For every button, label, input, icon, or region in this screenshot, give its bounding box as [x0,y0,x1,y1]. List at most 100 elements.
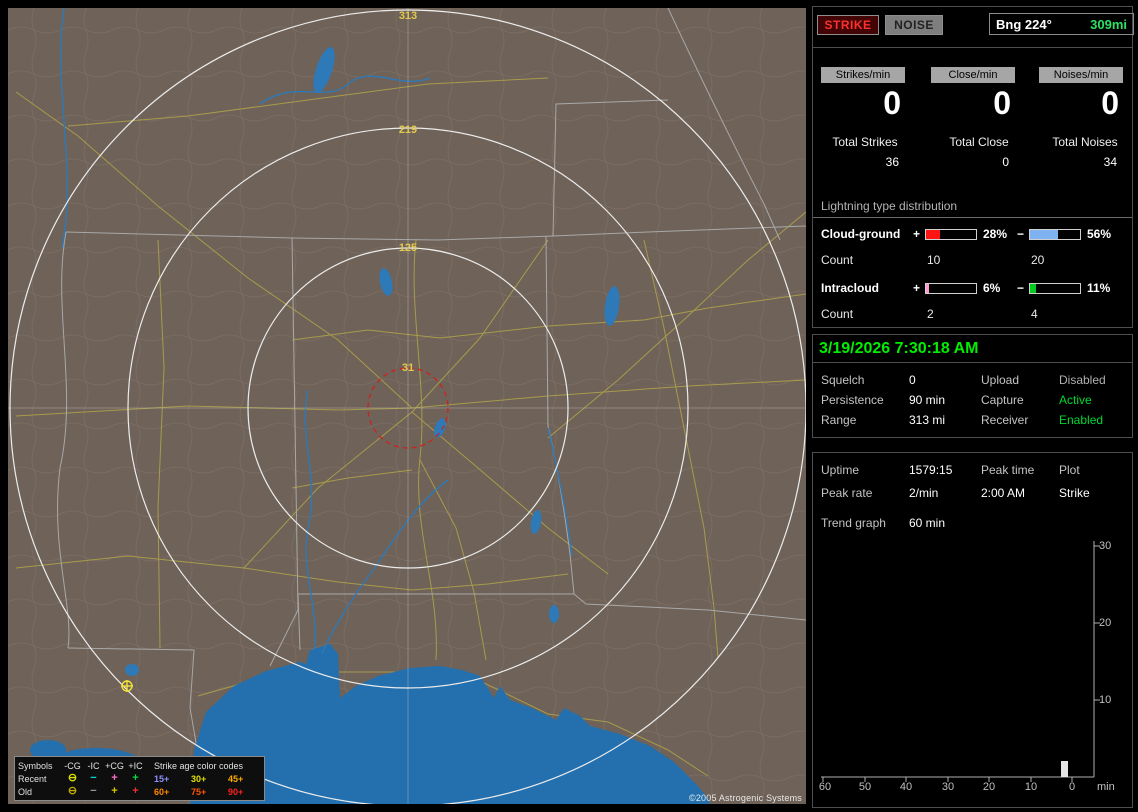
legend-header-row: Symbols -CG -IC +CG +IC Strike age color… [18,759,261,772]
persistence-value: 90 min [909,393,946,407]
noise-mode-button[interactable]: NOISE [885,15,943,35]
status-panel: 3/19/2026 7:30:18 AM Squelch 0 Upload Di… [812,334,1133,438]
plot-label: Plot [1059,463,1080,477]
noises-per-min-badge: Noises/min [1039,67,1123,83]
peak-rate-label: Peak rate [821,486,873,500]
x-tick-label: 0 [1068,781,1076,793]
age-60: 60+ [154,786,170,797]
map-legend: Symbols -CG -IC +CG +IC Strike age color… [14,756,265,801]
receiver-status: Enabled [1059,413,1104,427]
close-per-min-badge: Close/min [931,67,1015,83]
bearing-range-value: 309mi [1090,16,1127,32]
trend-plot [823,543,1072,777]
ic-minus-sign: − [1017,281,1025,295]
persistence-row: Persistence 90 min Capture Active [813,393,1132,409]
legend-col-neg-ic: -IC [87,760,100,771]
bearing-readout: Bng 224° 309mi [989,13,1134,35]
ic-minus-count: 4 [1031,307,1038,321]
legend-old-label: Old [18,786,33,797]
uptime-label: Uptime [821,463,860,477]
squelch-value: 0 [909,373,916,387]
ic-plus-percent: 6% [983,281,1001,295]
intracloud-label: Intracloud [821,281,880,295]
range-label: Range [821,413,857,427]
uptime-value: 1579:15 [909,463,953,477]
cg-plus-gauge-fill [926,230,940,239]
cloud-ground-label: Cloud-ground [821,227,901,241]
cg-minus-percent: 56% [1087,227,1112,241]
age-30: 30+ [191,773,207,784]
ic-plus-gauge-fill [926,284,929,293]
cg-plus-sign: + [913,227,921,241]
trend-bar [1060,761,1068,777]
x-tick-label: 20 [982,781,996,793]
bearing-value: Bng 224° [996,16,1052,32]
range-row: Range 313 mi Receiver Enabled [813,413,1132,429]
upload-status: Disabled [1059,373,1106,387]
range-value: 313 mi [909,413,946,427]
x-tick-label: 50 [858,781,872,793]
y-tick-label: 20 [1099,617,1112,629]
old-neg-cg-icon: ⊖ [67,785,78,797]
ic-plus-sign: + [913,281,921,295]
age-15: 15+ [154,773,170,784]
age-75: 75+ [191,786,207,797]
close-per-min-value: 0 [993,85,1011,121]
strikes-per-min-value: 0 [883,85,901,121]
cg-count-label: Count [821,253,854,267]
ic-plus-count: 2 [927,307,934,321]
legend-old-row: Old ⊖ − + + 60+ 75+ 90+ [18,785,261,798]
x-tick-label: 60 [818,781,832,793]
receiver-label: Receiver [981,413,1029,427]
legend-col-pos-cg: +CG [105,760,124,771]
counters-panel: STRIKE NOISE Bng 224° 309mi Strikes/min … [812,6,1134,328]
ring-label-219: 219 [399,124,417,136]
x-tick-label: 40 [899,781,913,793]
total-noises-value: 34 [1103,155,1117,169]
y-tick-label: 30 [1099,540,1112,552]
trend-graph-label: Trend graph [821,516,886,530]
old-pos-cg-icon: + [111,785,118,797]
cg-plus-gauge [925,229,977,240]
capture-label: Capture [981,393,1024,407]
copyright-text: ©2005 Astrogenic Systems [689,793,802,803]
squelch-row: Squelch 0 Upload Disabled [813,373,1132,389]
lightning-map: 313 219 125 31 Symbols -CG -IC +CG +IC S… [8,8,806,804]
total-strikes-label: Total Strikes [832,135,898,149]
cg-plus-percent: 28% [983,227,1008,241]
age-90: 90+ [228,786,244,797]
cg-minus-gauge [1029,229,1081,240]
cg-minus-count: 20 [1031,253,1045,267]
ic-plus-gauge [925,283,977,294]
ring-label-125: 125 [399,242,417,254]
ic-minus-gauge-fill [1030,284,1036,293]
nexstorm-app-window: 313 219 125 31 Symbols -CG -IC +CG +IC S… [0,0,1138,812]
noises-per-min-value: 0 [1101,85,1119,121]
x-axis-unit: min [1097,781,1115,793]
legend-col-neg-cg: -CG [64,760,81,771]
x-tick-label: 10 [1024,781,1038,793]
peak-time-value: 2:00 AM [981,486,1026,500]
plot-value: Strike [1059,486,1090,500]
legend-recent-label: Recent [18,773,47,784]
cg-minus-sign: − [1017,227,1025,241]
ring-label-31: 31 [402,362,414,374]
trend-graph-row: Trend graph 60 min [813,516,1132,532]
recent-pos-cg-icon: + [111,772,118,784]
ring-label-313: 313 [399,10,417,22]
total-strikes-value: 36 [885,155,899,169]
legend-symbols-header: Symbols [18,760,53,771]
peak-rate-row: Peak rate 2/min 2:00 AM Strike [813,486,1132,502]
legend-col-pos-ic: +IC [128,760,143,771]
peak-rate-value: 2/min [909,486,939,500]
total-noises-label: Total Noises [1052,135,1118,149]
recent-neg-ic-icon: − [90,772,97,784]
trend-panel: Uptime 1579:15 Peak time Plot Peak rate … [812,452,1133,808]
persistence-label: Persistence [821,393,884,407]
peak-time-label: Peak time [981,463,1035,477]
strike-mode-button[interactable]: STRIKE [817,15,879,35]
ic-count-label: Count [821,307,854,321]
distribution-title: Lightning type distribution [813,199,1132,218]
total-close-label: Total Close [949,135,1009,149]
strikes-per-min-badge: Strikes/min [821,67,905,83]
